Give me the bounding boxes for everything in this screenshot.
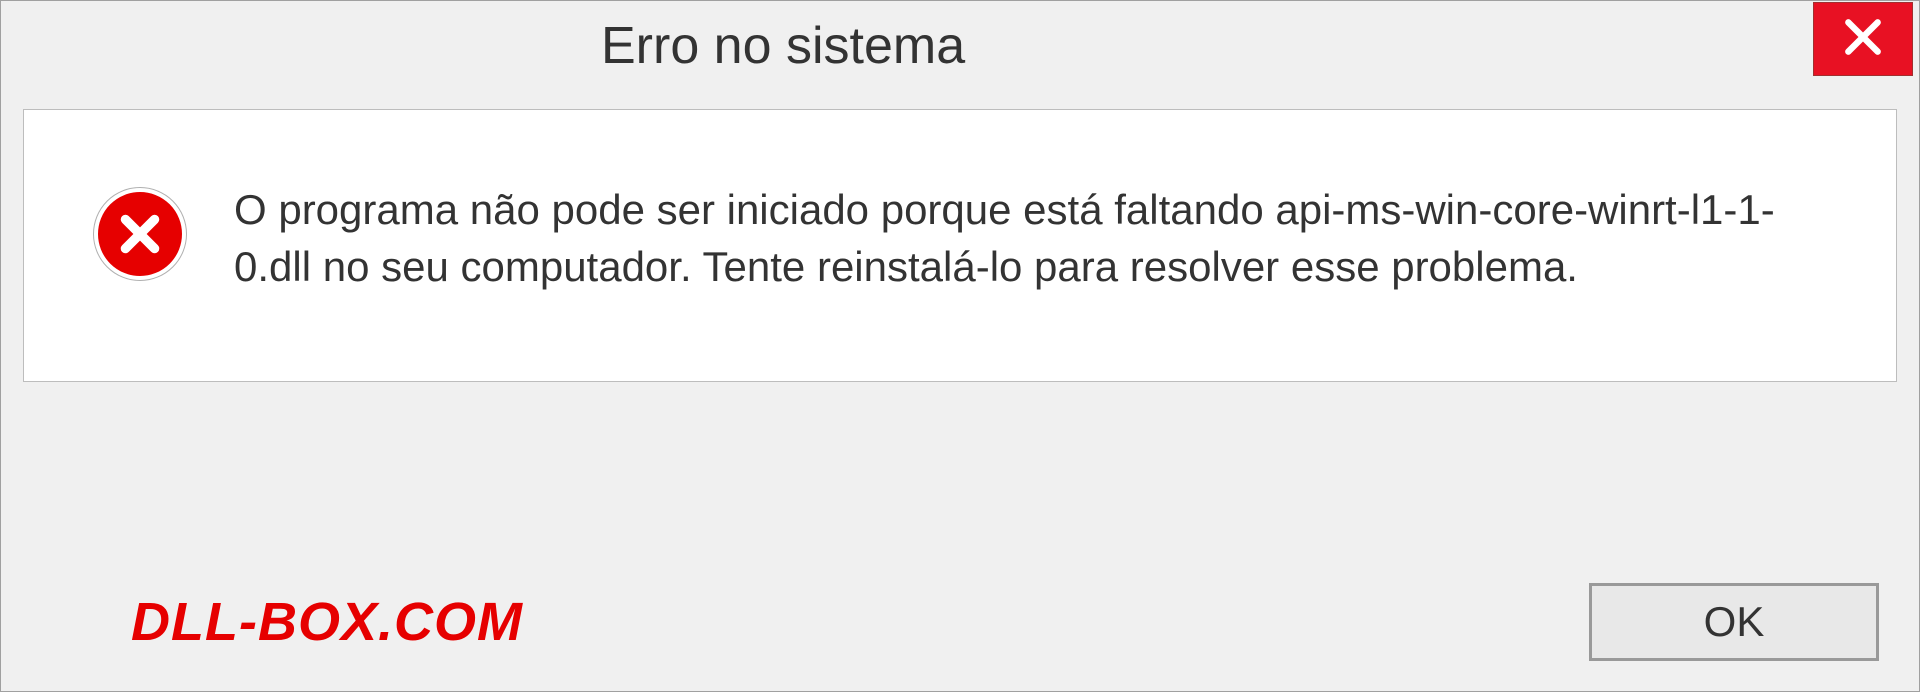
error-dialog: Erro no sistema O programa não pode ser …: [0, 0, 1920, 692]
error-icon: [94, 188, 186, 280]
branding-text: DLL-BOX.COM: [131, 591, 523, 653]
dialog-title: Erro no sistema: [601, 16, 965, 76]
error-message: O programa não pode ser iniciado porque …: [234, 182, 1814, 295]
dialog-titlebar: Erro no sistema: [1, 1, 1919, 91]
close-button[interactable]: [1813, 2, 1913, 76]
ok-button[interactable]: OK: [1589, 583, 1879, 661]
dialog-content: O programa não pode ser iniciado porque …: [23, 109, 1897, 382]
close-icon: [1841, 15, 1885, 64]
dialog-footer: DLL-BOX.COM OK: [1, 553, 1919, 691]
